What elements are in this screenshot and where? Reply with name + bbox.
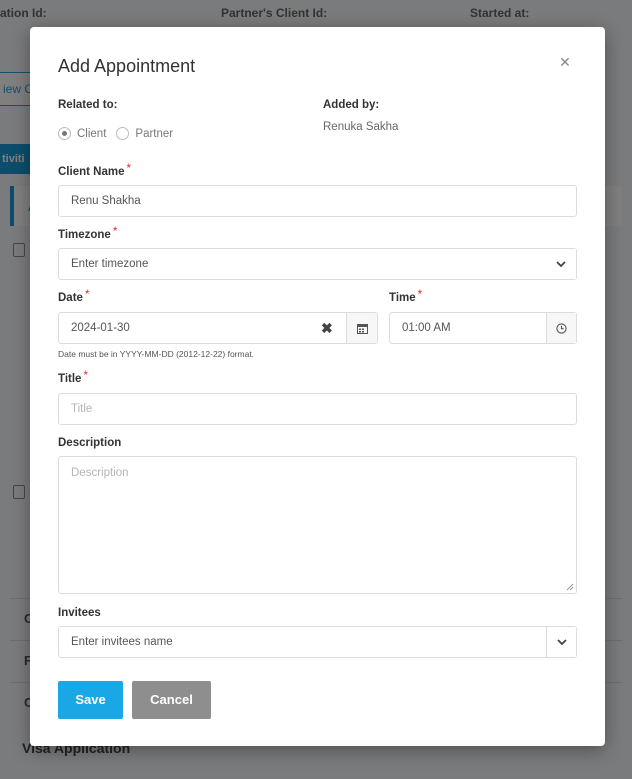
- title-label: Title *: [58, 370, 88, 385]
- client-name-input[interactable]: Renu Shakha: [58, 185, 577, 217]
- description-label: Description: [58, 437, 122, 449]
- chevron-down-icon[interactable]: [546, 627, 576, 657]
- close-icon[interactable]: ✕: [558, 55, 572, 69]
- save-button[interactable]: Save: [58, 681, 123, 719]
- invitees-placeholder: Enter invitees name: [71, 636, 173, 648]
- radio-partner[interactable]: [116, 127, 130, 140]
- chevron-down-icon[interactable]: [546, 249, 576, 279]
- radio-client[interactable]: [58, 127, 71, 140]
- required-mark: *: [126, 163, 131, 175]
- timezone-placeholder: Enter timezone: [71, 258, 149, 270]
- required-mark: *: [84, 289, 90, 301]
- time-label: Time *: [389, 289, 423, 304]
- calendar-icon[interactable]: [346, 313, 377, 343]
- modal-title: Add Appointment: [58, 56, 196, 76]
- required-mark: *: [112, 226, 118, 238]
- radio-partner-label: Partner: [135, 127, 174, 140]
- title-input[interactable]: Title: [58, 393, 577, 425]
- related-to-radio-group: Client Partner: [58, 127, 183, 140]
- description-placeholder: Description: [71, 467, 129, 479]
- time-input[interactable]: 01:00 AM: [389, 312, 577, 344]
- time-value: 01:00 AM: [402, 322, 451, 334]
- date-label: Date *: [58, 289, 90, 304]
- invitees-select[interactable]: Enter invitees name: [58, 626, 577, 658]
- date-format-hint: Date must be in YYYY-MM-DD (2012-12-22) …: [58, 349, 255, 359]
- date-input[interactable]: 2024-01-30 ✖: [58, 312, 378, 344]
- timezone-label: Timezone *: [58, 226, 118, 241]
- resize-handle-icon[interactable]: [565, 582, 574, 591]
- invitees-label: Invitees: [58, 607, 101, 619]
- client-name-label: Client Name *: [58, 163, 131, 178]
- description-textarea[interactable]: Description: [58, 456, 577, 594]
- required-mark: *: [83, 370, 88, 382]
- add-appointment-modal: Add Appointment ✕ Related to: Client Par…: [30, 27, 605, 746]
- clock-icon[interactable]: [546, 313, 576, 343]
- timezone-select[interactable]: Enter timezone: [58, 248, 577, 280]
- added-by-value: Renuka Sakha: [323, 121, 399, 133]
- added-by-label: Added by:: [323, 99, 380, 111]
- radio-option-partner[interactable]: Partner: [116, 127, 173, 140]
- radio-client-label: Client: [77, 127, 107, 140]
- related-to-label: Related to:: [58, 99, 118, 111]
- cancel-button[interactable]: Cancel: [132, 681, 211, 719]
- radio-option-client[interactable]: Client: [58, 127, 106, 140]
- date-value: 2024-01-30: [71, 322, 130, 334]
- required-mark: *: [417, 289, 423, 301]
- clear-date-icon[interactable]: ✖: [321, 321, 333, 335]
